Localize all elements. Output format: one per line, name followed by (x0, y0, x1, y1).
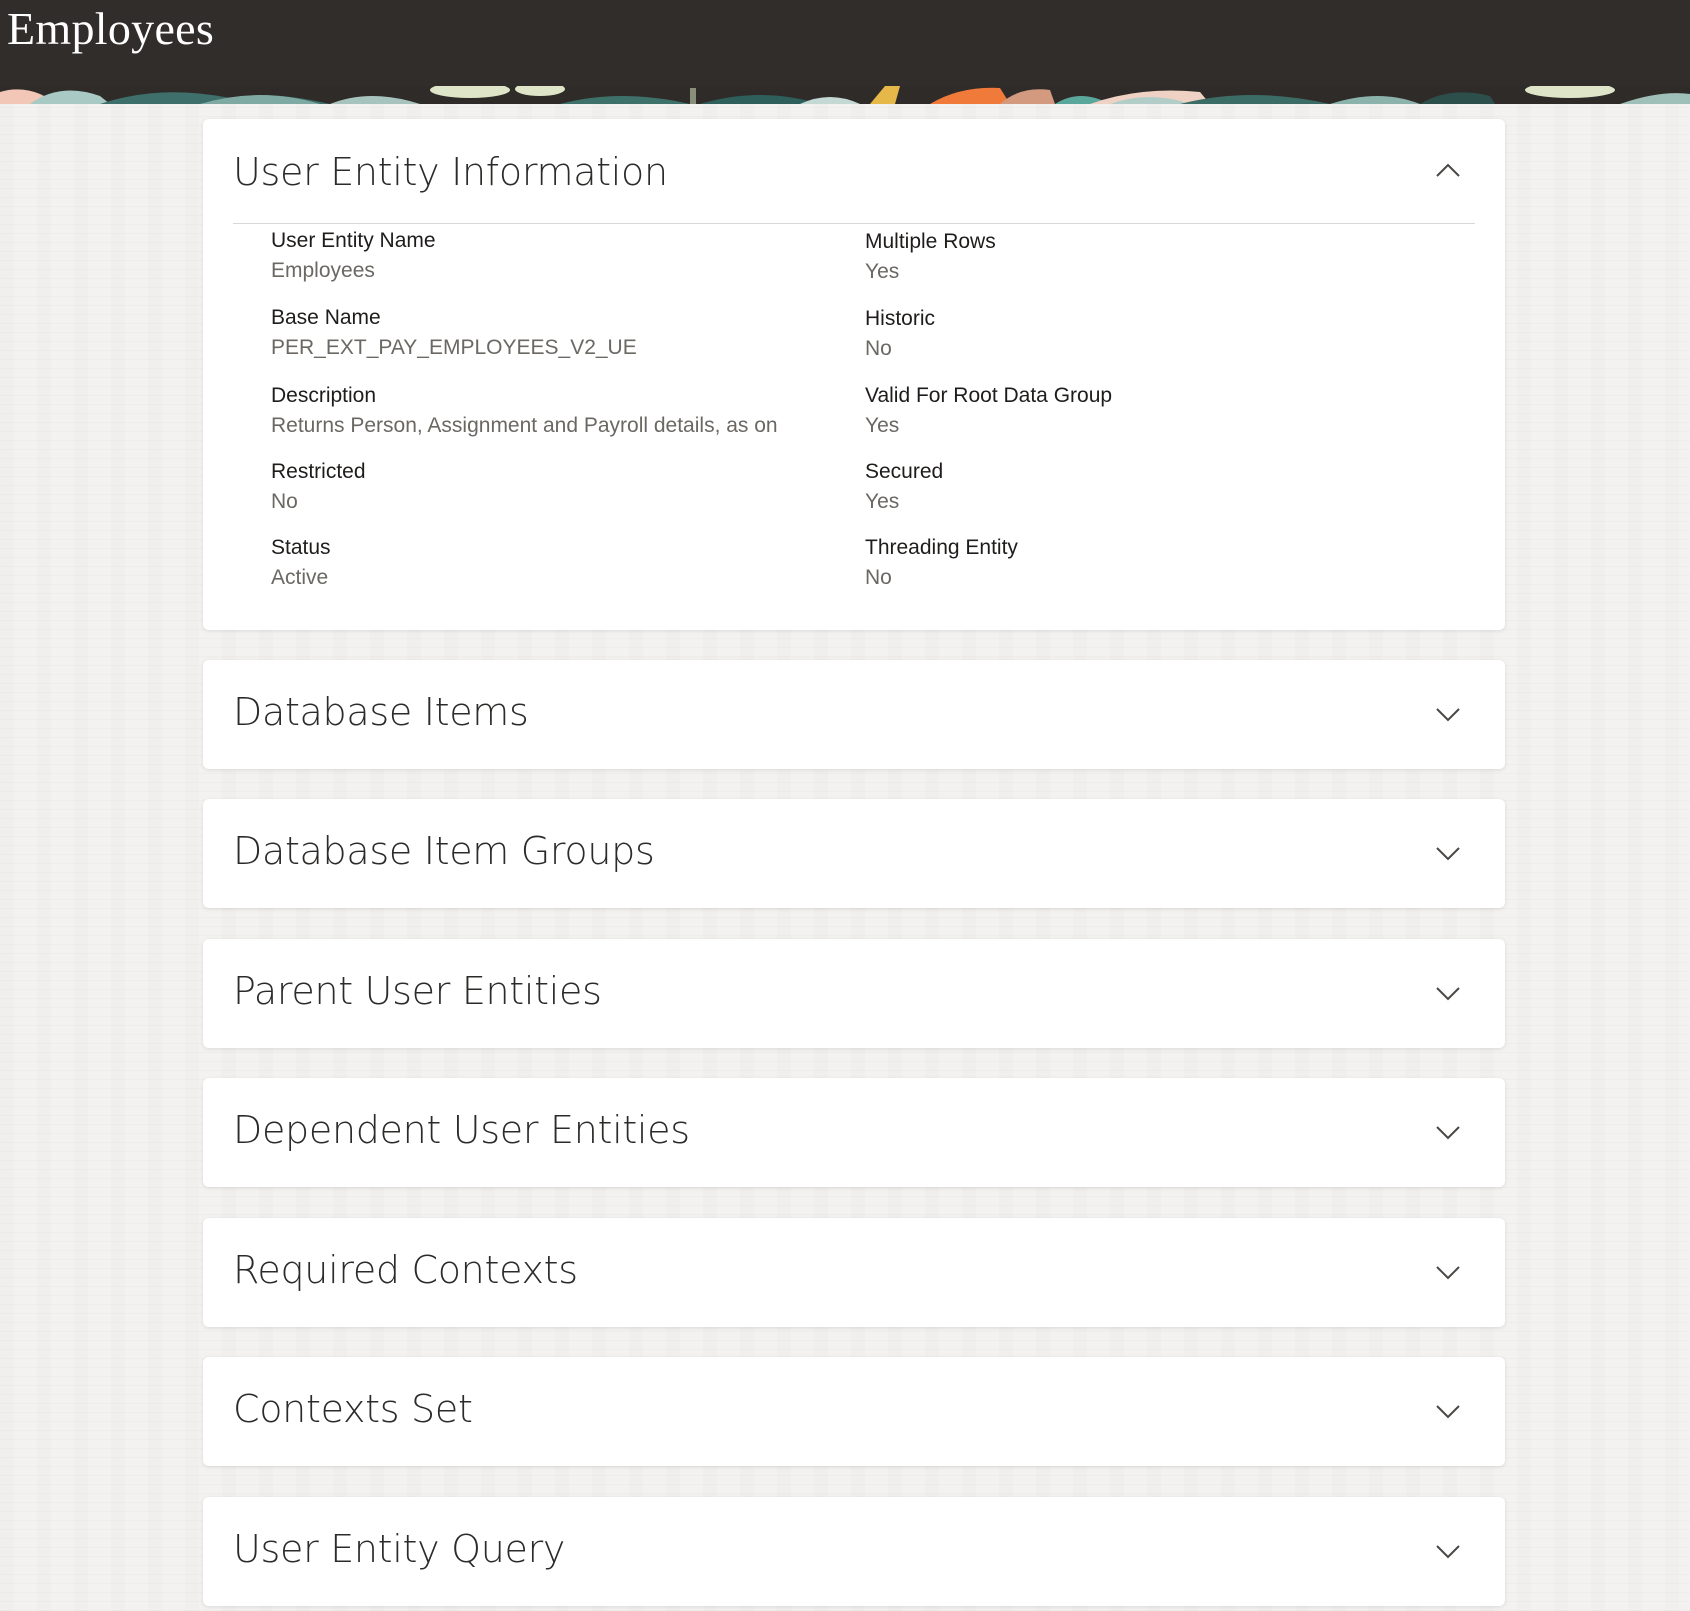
section-title: Database Items (233, 690, 529, 734)
chevron-down-icon[interactable] (1431, 1534, 1465, 1568)
field-label: Restricted (271, 460, 366, 483)
field-label: Historic (865, 307, 936, 330)
field-valid-for-root-data-group: Valid For Root Data Group Yes (865, 384, 1112, 438)
field-value: Employees (271, 259, 375, 282)
section-title: Contexts Set (233, 1387, 473, 1431)
chevron-down-icon[interactable] (1431, 1115, 1465, 1149)
chevron-down-icon[interactable] (1431, 976, 1465, 1010)
field-restricted: Restricted No (271, 460, 366, 514)
field-label: Multiple Rows (865, 230, 996, 253)
chevron-down-icon[interactable] (1431, 697, 1465, 731)
field-value: Yes (865, 414, 900, 437)
field-status: Status Active (271, 536, 331, 590)
field-label: Description (271, 384, 377, 407)
chevron-down-icon[interactable] (1431, 836, 1465, 870)
chevron-up-icon[interactable] (1431, 153, 1465, 187)
section-title: User Entity Query (233, 1527, 566, 1571)
section-required-contexts[interactable]: Required Contexts (203, 1218, 1505, 1327)
section-database-items[interactable]: Database Items (203, 660, 1505, 769)
field-value: No (271, 490, 298, 513)
decorative-banner (0, 86, 1690, 104)
section-user-entity-query[interactable]: User Entity Query (203, 1497, 1505, 1606)
section-parent-user-entities[interactable]: Parent User Entities (203, 939, 1505, 1048)
field-label: Valid For Root Data Group (865, 384, 1113, 407)
field-label: Threading Entity (865, 536, 1018, 559)
field-value: Yes (865, 490, 900, 513)
panel-title: User Entity Information (233, 150, 668, 194)
field-label: User Entity Name (271, 229, 436, 252)
field-description: Description Returns Person, Assignment a… (271, 384, 778, 438)
section-title: Database Item Groups (233, 829, 655, 873)
section-dependent-user-entities[interactable]: Dependent User Entities (203, 1078, 1505, 1187)
section-contexts-set[interactable]: Contexts Set (203, 1357, 1505, 1466)
field-label: Base Name (271, 306, 381, 329)
field-label: Secured (865, 460, 944, 483)
page-header: Employees (0, 0, 1690, 86)
field-value: No (865, 566, 892, 589)
field-historic: Historic No (865, 307, 935, 361)
section-title: Parent User Entities (233, 969, 602, 1013)
panel-divider (233, 223, 1475, 224)
field-base-name: Base Name PER_EXT_PAY_EMPLOYEES_V2_UE (271, 306, 637, 360)
field-secured: Secured Yes (865, 460, 943, 514)
field-threading-entity: Threading Entity No (865, 536, 1018, 590)
field-multiple-rows: Multiple Rows Yes (865, 230, 996, 284)
section-database-item-groups[interactable]: Database Item Groups (203, 799, 1505, 908)
chevron-down-icon[interactable] (1431, 1394, 1465, 1428)
field-value: Returns Person, Assignment and Payroll d… (271, 414, 778, 437)
chevron-down-icon[interactable] (1431, 1255, 1465, 1289)
section-title: Required Contexts (233, 1248, 578, 1292)
page-title: Employees (7, 3, 215, 54)
field-value: Yes (865, 260, 900, 283)
field-label: Status (271, 536, 331, 559)
field-value: PER_EXT_PAY_EMPLOYEES_V2_UE (271, 336, 637, 359)
user-entity-information-panel: User Entity Information User Entity Name… (203, 119, 1505, 630)
field-value: No (865, 337, 892, 360)
field-value: Active (271, 566, 329, 589)
field-user-entity-name: User Entity Name Employees (271, 229, 436, 283)
section-title: Dependent User Entities (233, 1108, 690, 1152)
